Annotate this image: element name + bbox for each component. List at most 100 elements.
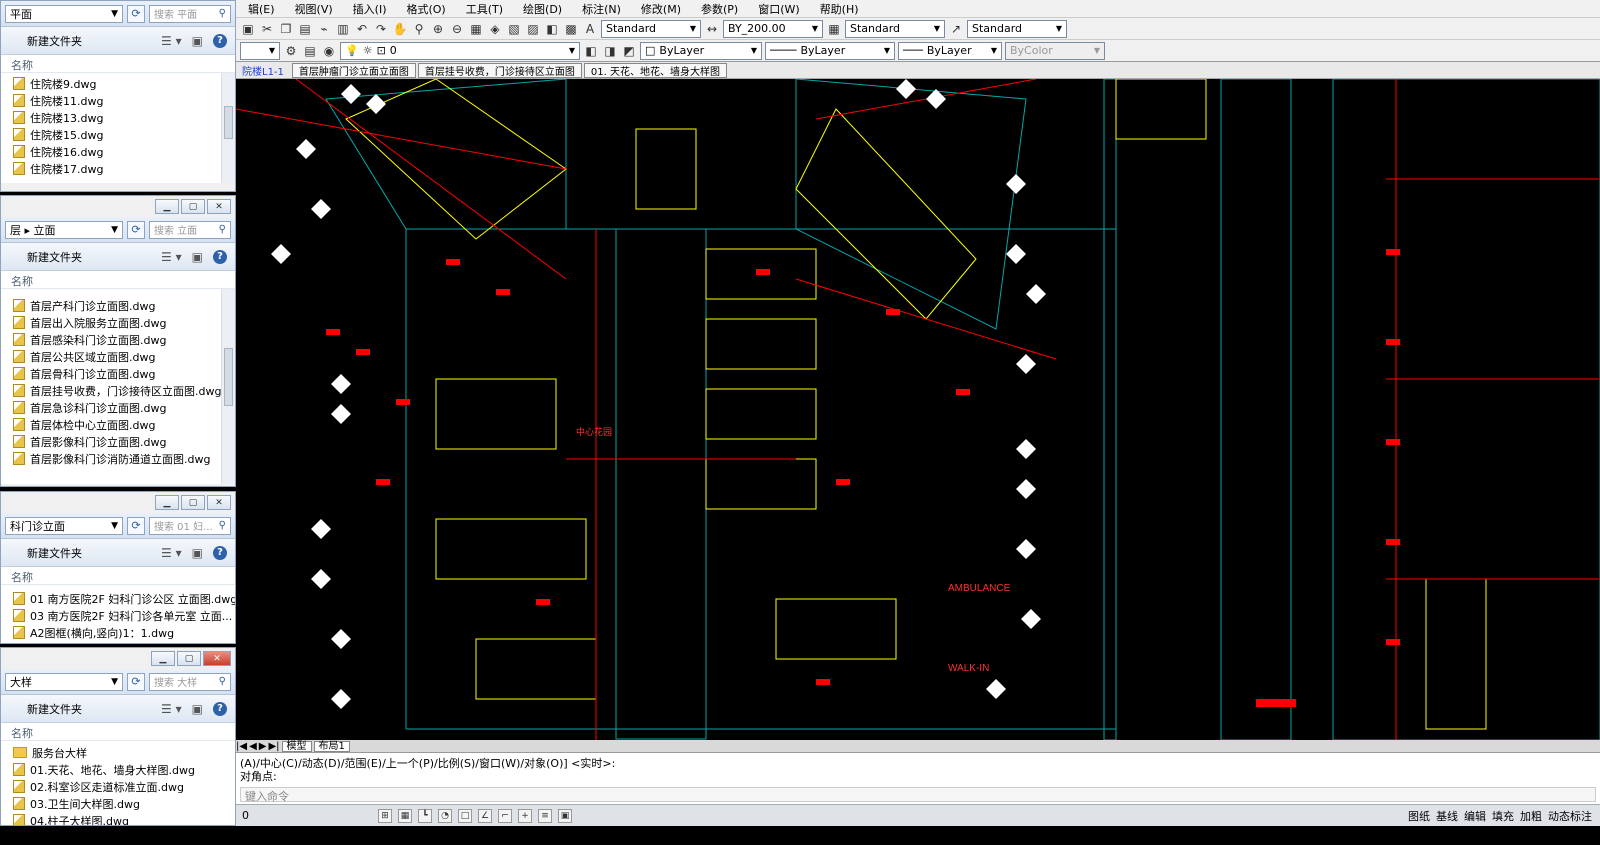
menu-format[interactable]: 格式(O)	[396, 1, 455, 17]
pan-icon[interactable]: ✋	[392, 21, 408, 37]
tab-nav-next-icon[interactable]: ▶	[259, 741, 267, 752]
search-icon[interactable]: ⚲	[219, 8, 226, 19]
search-input[interactable]: 搜索 平面 ⚲	[149, 4, 231, 23]
search-icon[interactable]: ⚲	[219, 224, 226, 235]
plot-style-select[interactable]: ByColor ▼	[1005, 41, 1105, 60]
list-item[interactable]: 首层产科门诊立面图.dwg	[1, 297, 235, 314]
search-input[interactable]: 搜索 立面 ⚲	[149, 220, 231, 239]
dim-style-select[interactable]: BY_200.00 ▼	[723, 19, 823, 38]
maximize-icon[interactable]: ▢	[181, 199, 205, 214]
osnap-icon[interactable]: □	[458, 808, 472, 823]
paste-icon[interactable]: ▤	[297, 21, 313, 37]
multileader-style-icon[interactable]: ↗	[948, 21, 964, 37]
list-item[interactable]: 住院楼13.dwg	[1, 109, 235, 126]
search-icon[interactable]: ⚲	[219, 676, 226, 687]
doc-tab[interactable]: 首层肿瘤门诊立面立面图	[291, 62, 416, 78]
ortho-icon[interactable]: ┗	[418, 808, 432, 823]
doc-tab[interactable]: 院楼L1-1	[236, 63, 290, 78]
view-options-icon[interactable]: ☰ ▾	[161, 546, 182, 560]
zoom-previous-icon[interactable]: ⊖	[449, 21, 465, 37]
menu-tools[interactable]: 工具(T)	[456, 1, 513, 17]
scroll-thumb[interactable]	[224, 106, 233, 139]
tab-nav-first-icon[interactable]: |◀	[236, 741, 247, 752]
lwt-icon[interactable]: ≡	[538, 808, 552, 823]
status-item-paper[interactable]: 图纸	[1408, 808, 1430, 824]
view-options-icon[interactable]: ☰ ▾	[161, 250, 182, 264]
copy-icon[interactable]: ❐	[278, 21, 294, 37]
list-item[interactable]: 首层公共区域立面图.dwg	[1, 348, 235, 365]
menu-dimension[interactable]: 标注(N)	[572, 1, 631, 17]
zoom-window-icon[interactable]: ⊕	[430, 21, 446, 37]
calculator-icon[interactable]: ▩	[563, 21, 579, 37]
maximize-icon[interactable]: ▢	[181, 495, 205, 510]
refresh-icon[interactable]: ⟳	[127, 516, 145, 535]
preview-pane-icon[interactable]: ▣	[192, 702, 203, 716]
tab-layout1[interactable]: 布局1	[313, 740, 350, 752]
layer-isolate-icon[interactable]: ◩	[621, 43, 637, 59]
redo-icon[interactable]: ↷	[373, 21, 389, 37]
markup-icon[interactable]: ◧	[544, 21, 560, 37]
design-center-icon[interactable]: ◈	[487, 21, 503, 37]
preview-pane-icon[interactable]: ▣	[192, 250, 203, 264]
vertical-scrollbar[interactable]	[221, 73, 235, 183]
snap-icon[interactable]: ⊞	[378, 808, 392, 823]
minimize-icon[interactable]: ▁	[151, 651, 175, 666]
menu-modify[interactable]: 修改(M)	[631, 1, 691, 17]
layer-state-icon[interactable]: ◉	[321, 43, 337, 59]
search-input[interactable]: 搜索 01 妇... ⚲	[149, 516, 231, 535]
new-folder-button[interactable]: 新建文件夹	[27, 545, 82, 561]
close-icon[interactable]: ✕	[207, 495, 231, 510]
command-input[interactable]: 键入命令	[240, 787, 1596, 803]
list-item[interactable]: 首层影像科门诊消防通道立面图.dwg	[1, 450, 235, 467]
grid-icon[interactable]: ▦	[398, 808, 412, 823]
tab-nav-prev-icon[interactable]: ◀	[249, 741, 257, 752]
column-header-name[interactable]: 名称	[1, 723, 235, 741]
zoom-realtime-icon[interactable]: ⚲	[411, 21, 427, 37]
search-icon[interactable]: ⚲	[219, 520, 226, 531]
status-item-fill[interactable]: 填充	[1492, 808, 1514, 824]
list-item[interactable]: 02.科室诊区走道标准立面.dwg	[1, 778, 235, 795]
undo-icon[interactable]: ↶	[354, 21, 370, 37]
chevron-down-icon[interactable]: ▼	[111, 521, 118, 531]
multileader-style-select[interactable]: Standard ▼	[967, 19, 1067, 38]
table-style-select[interactable]: Standard ▼	[845, 19, 945, 38]
menu-help[interactable]: 帮助(H)	[810, 1, 869, 17]
scroll-thumb[interactable]	[224, 347, 233, 406]
doc-tab[interactable]: 首层挂号收费，门诊接待区立面图	[417, 62, 582, 78]
qp-icon[interactable]: ▣	[558, 808, 572, 823]
chevron-down-icon[interactable]: ▼	[111, 677, 118, 687]
layer-select[interactable]: 💡 ☼ ⊡ 0 ▼	[340, 41, 580, 60]
doc-tab[interactable]: 01. 天花、地花、墙身大样图	[583, 62, 727, 78]
list-item[interactable]: 住院楼16.dwg	[1, 143, 235, 160]
column-header-name[interactable]: 名称	[1, 567, 235, 585]
text-style-icon[interactable]: A	[582, 21, 598, 37]
sheet-set-icon[interactable]: ▨	[525, 21, 541, 37]
save-icon[interactable]: ▣	[240, 21, 256, 37]
preview-pane-icon[interactable]: ▣	[192, 546, 203, 560]
list-item[interactable]: 住院楼17.dwg	[1, 160, 235, 177]
help-icon[interactable]: ?	[213, 545, 227, 560]
menu-window[interactable]: 窗口(W)	[748, 1, 809, 17]
status-item-edit[interactable]: 编辑	[1464, 808, 1486, 824]
list-item[interactable]: 首层出入院服务立面图.dwg	[1, 314, 235, 331]
list-item[interactable]: 首层骨科门诊立面图.dwg	[1, 365, 235, 382]
new-folder-button[interactable]: 新建文件夹	[27, 249, 82, 265]
menu-view[interactable]: 视图(V)	[285, 1, 343, 17]
workspace-select[interactable]: ▼	[240, 41, 280, 60]
list-item[interactable]: 住院楼11.dwg	[1, 92, 235, 109]
status-item-dynamic-dim[interactable]: 动态标注	[1548, 808, 1592, 824]
refresh-icon[interactable]: ⟳	[127, 672, 145, 691]
table-style-icon[interactable]: ▦	[826, 21, 842, 37]
menu-insert[interactable]: 插入(I)	[343, 1, 397, 17]
lineweight-select[interactable]: ─── ByLayer ▼	[898, 41, 1002, 60]
tab-nav-last-icon[interactable]: ▶|	[268, 741, 279, 752]
refresh-icon[interactable]: ⟳	[127, 4, 145, 23]
menu-parametric[interactable]: 参数(P)	[691, 1, 748, 17]
search-input[interactable]: 搜索 大样 ⚲	[149, 672, 231, 691]
close-icon[interactable]: ✕	[203, 651, 231, 666]
list-item[interactable]: 首层急诊科门诊立面图.dwg	[1, 399, 235, 416]
column-header-name[interactable]: 名称	[1, 271, 235, 289]
close-icon[interactable]: ✕	[207, 199, 231, 214]
minimize-icon[interactable]: ▁	[155, 199, 179, 214]
list-item[interactable]: 服务台大样	[1, 744, 235, 761]
